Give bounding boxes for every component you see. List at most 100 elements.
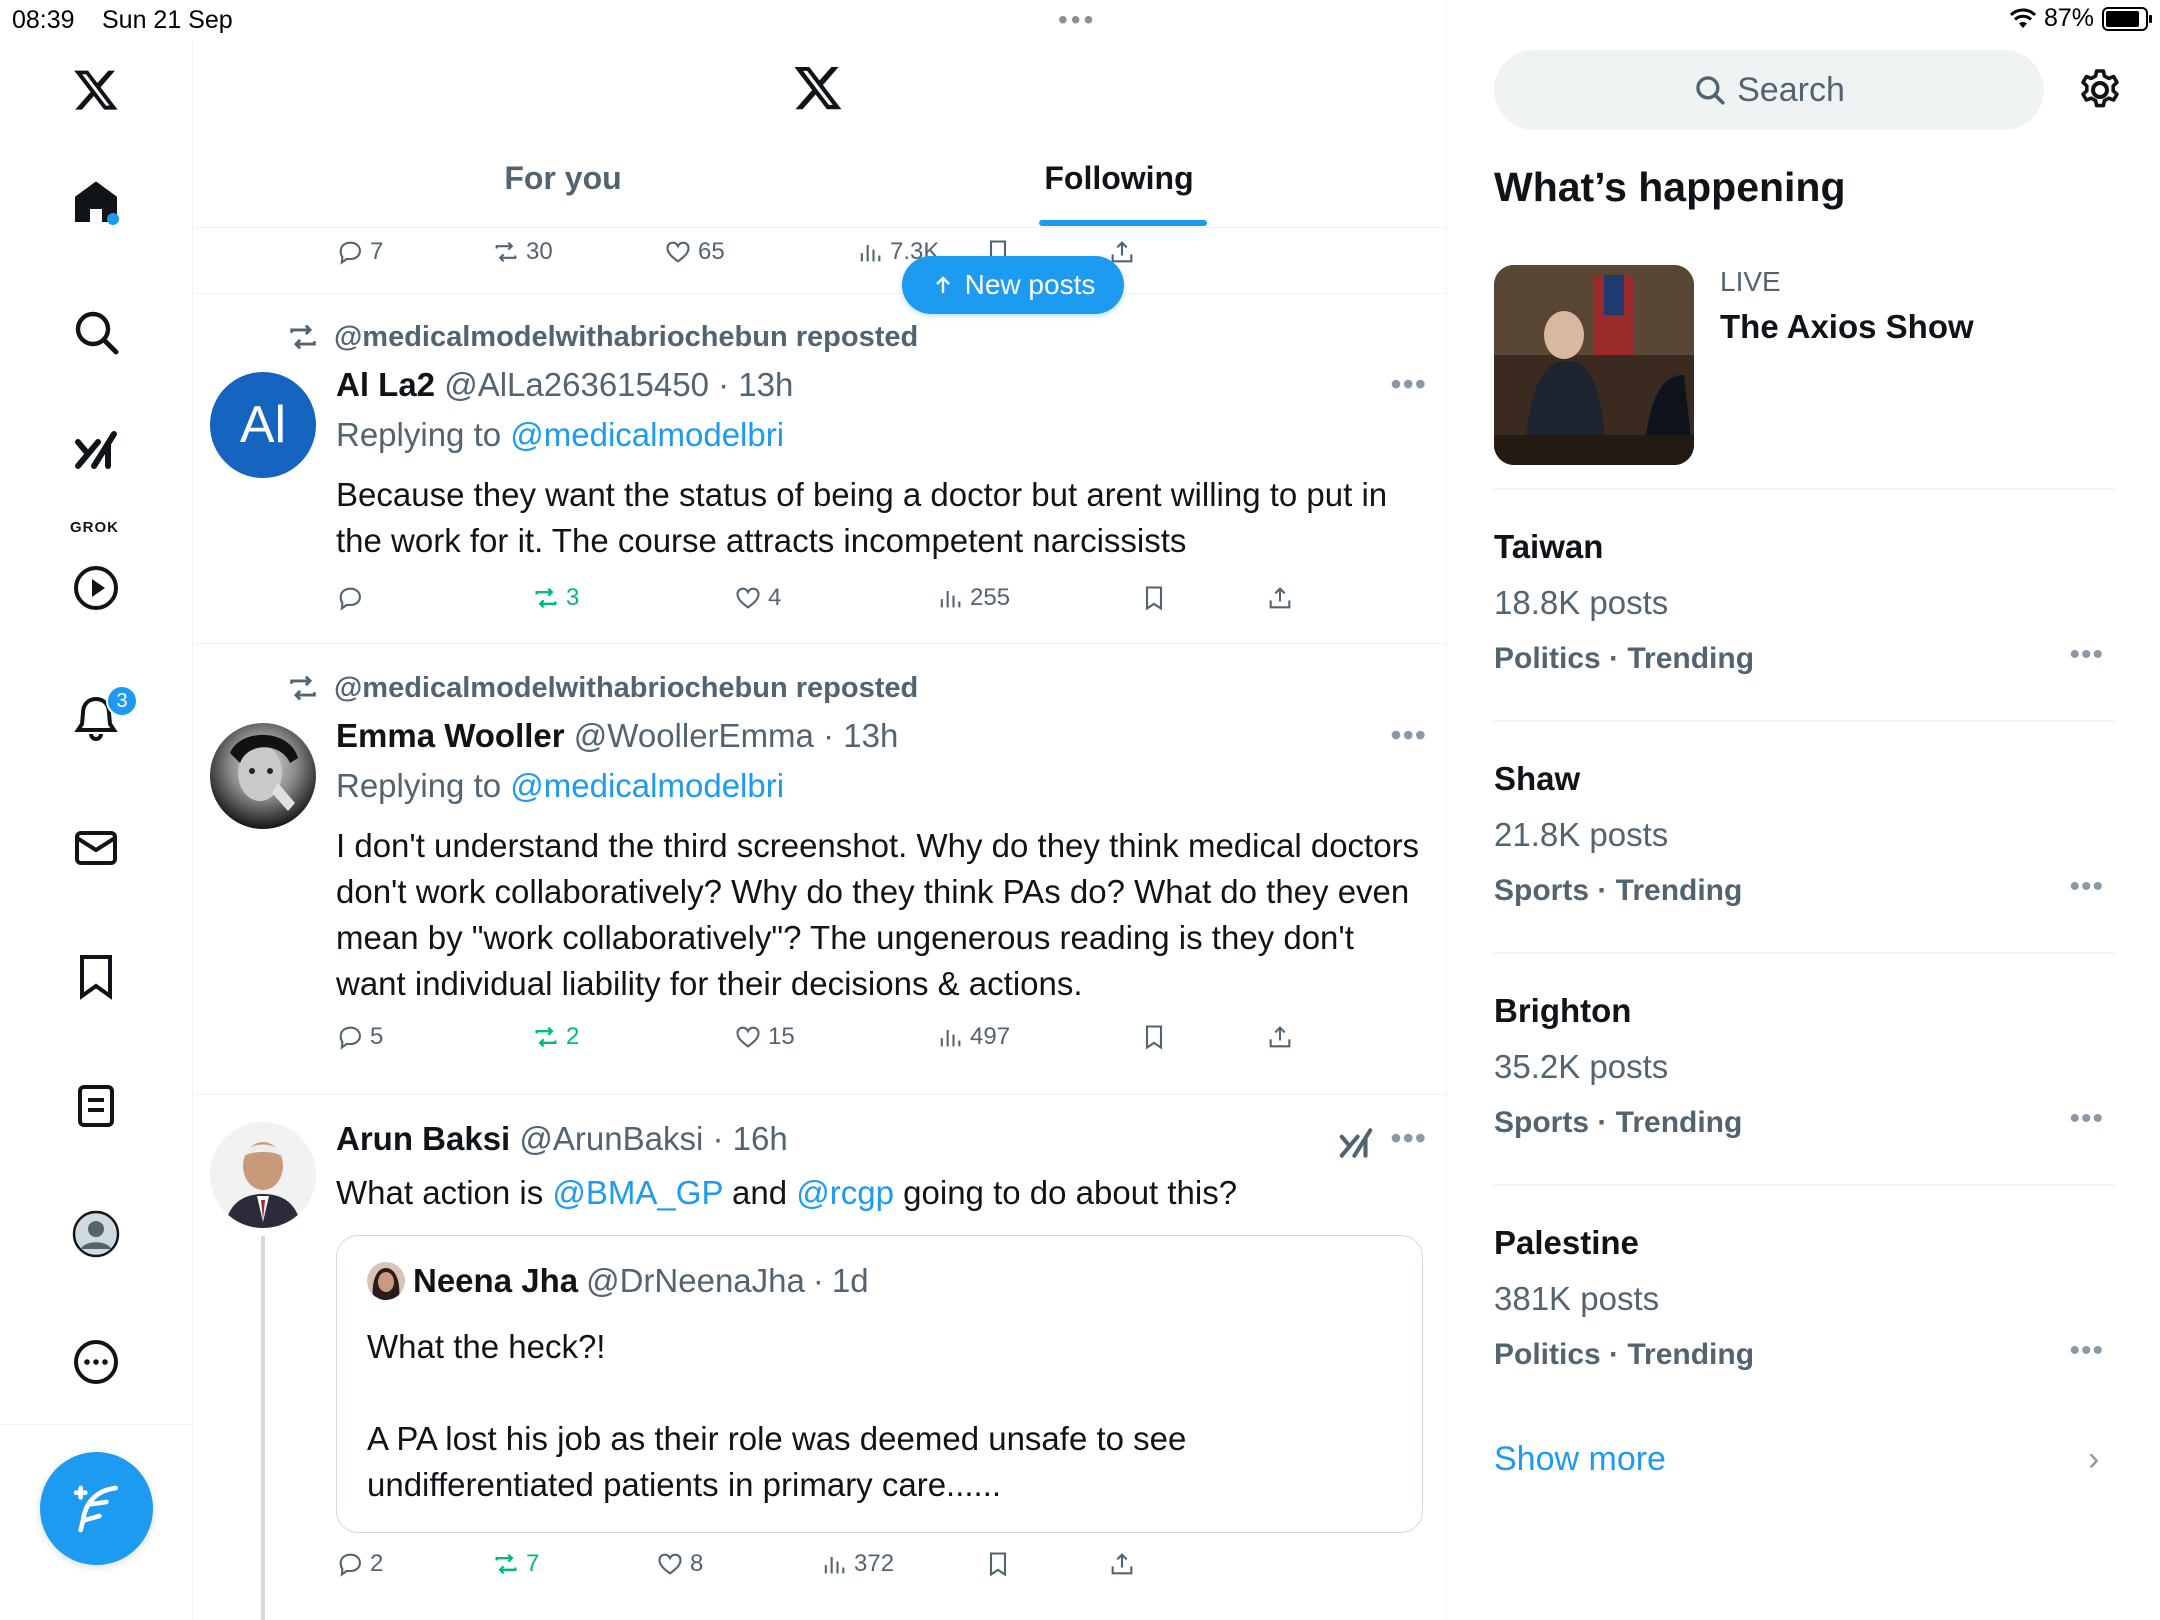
trend-more-menu[interactable]: ••• — [2069, 870, 2104, 904]
live-video-thumbnail-icon — [1494, 265, 1694, 465]
replying-to-mention[interactable]: @medicalmodelbri — [510, 416, 784, 453]
replying-to-mention[interactable]: @medicalmodelbri — [510, 767, 784, 804]
x-logo-icon[interactable] — [66, 60, 126, 120]
show-more-link[interactable]: Show more — [1494, 1440, 1666, 1479]
video-play-icon[interactable] — [66, 558, 126, 618]
right-sidebar: Search What’s happening LIVE The Axios S… — [1448, 0, 2160, 1620]
repost-count: 3 — [566, 584, 580, 611]
author-handle[interactable]: @AlLa263615450 — [444, 366, 709, 403]
views-button[interactable]: 372 — [820, 1550, 894, 1578]
reply-count: 2 — [370, 1550, 384, 1577]
author-handle[interactable]: @ArunBaksi — [519, 1120, 703, 1157]
new-posts-button[interactable]: New posts — [902, 256, 1124, 314]
like-button[interactable]: 65 — [664, 238, 725, 266]
compose-post-button[interactable] — [40, 1452, 153, 1565]
mention-bma-gp[interactable]: @BMA_GP — [552, 1174, 722, 1211]
profile-avatar-icon[interactable] — [66, 1204, 126, 1264]
repost-small-icon — [290, 675, 316, 701]
post-al-la2[interactable]: @medicalmodelwithabriochebun reposted Al… — [194, 294, 1446, 644]
grok-post-icon[interactable] — [1337, 1124, 1375, 1162]
post-text-part: and — [722, 1174, 797, 1211]
author-name[interactable]: Emma Wooller — [336, 717, 565, 754]
heart-icon — [658, 1553, 682, 1575]
bookmarks-icon[interactable] — [66, 946, 126, 1006]
like-button[interactable]: 8 — [656, 1550, 703, 1578]
more-options-icon[interactable] — [66, 1332, 126, 1392]
views-button[interactable]: 255 — [936, 584, 1010, 612]
avatar[interactable]: Al — [210, 372, 316, 478]
bookmark-button[interactable] — [1140, 584, 1168, 612]
previous-post-actions: 7 30 65 7.3K — [194, 228, 1446, 294]
post-text: I don't understand the third screenshot.… — [336, 827, 1420, 1002]
like-count: 65 — [698, 238, 725, 265]
author-line: Emma Wooller @WoollerEmma · 13h — [336, 717, 899, 754]
messages-envelope-icon[interactable] — [66, 818, 126, 878]
mention-rcgp[interactable]: @rcgp — [796, 1174, 894, 1211]
repost-button[interactable]: 2 — [532, 1023, 579, 1051]
share-icon — [1269, 1026, 1291, 1048]
share-button[interactable] — [1266, 584, 1294, 612]
trend-count: 18.8K posts — [1494, 584, 1669, 621]
tab-for-you[interactable]: For you — [438, 160, 688, 197]
author-name[interactable]: Arun Baksi — [336, 1120, 510, 1157]
settings-gear-icon[interactable] — [2076, 66, 2124, 114]
views-button[interactable]: 497 — [936, 1023, 1010, 1051]
reply-button[interactable]: 5 — [336, 1023, 383, 1051]
avatar[interactable] — [210, 1122, 316, 1228]
trend-item-palestine[interactable]: Palestine 381K posts Politics · Trending… — [1494, 1224, 2114, 1454]
lists-icon[interactable] — [66, 1076, 126, 1136]
bookmark-button[interactable] — [984, 1550, 1012, 1578]
like-button[interactable]: 4 — [734, 584, 781, 612]
post-emma-wooller[interactable]: @medicalmodelwithabriochebun reposted Em… — [194, 645, 1446, 1095]
tab-following[interactable]: Following — [994, 160, 1244, 197]
reply-button[interactable]: 7 — [336, 238, 383, 266]
chevron-right-icon: › — [2088, 1440, 2100, 1478]
quote-author-name[interactable]: Neena Jha — [413, 1262, 578, 1300]
whats-happening-title: What’s happening — [1494, 164, 1846, 210]
avatar[interactable] — [210, 723, 316, 829]
views-count: 255 — [970, 584, 1011, 611]
reply-button[interactable]: 2 — [336, 1550, 383, 1578]
post-text: What action is @BMA_GP and @rcgp going t… — [336, 1170, 1426, 1216]
author-name[interactable]: Al La2 — [336, 366, 435, 403]
tab-active-indicator — [1039, 220, 1207, 226]
quoted-post[interactable]: Neena Jha @DrNeenaJha · 1d What the heck?!… — [336, 1235, 1423, 1533]
search-input[interactable]: Search — [1494, 50, 2044, 130]
heart-icon — [666, 241, 690, 263]
repost-icon — [495, 241, 517, 263]
repost-button[interactable]: 7 — [492, 1550, 539, 1578]
trend-item-taiwan[interactable]: Taiwan 18.8K posts Politics · Trending •… — [1494, 528, 2114, 758]
thread-connector-line — [261, 1236, 265, 1620]
repost-button[interactable]: 30 — [492, 238, 553, 266]
like-button[interactable]: 15 — [734, 1023, 795, 1051]
trend-item-brighton[interactable]: Brighton 35.2K posts Sports · Trending •… — [1494, 992, 2114, 1222]
search-icon[interactable] — [66, 302, 126, 362]
like-count: 4 — [768, 584, 782, 611]
live-title[interactable]: The Axios Show — [1720, 308, 1974, 346]
post-more-menu[interactable]: ••• — [1390, 717, 1427, 754]
share-button[interactable] — [1266, 1023, 1294, 1051]
reply-button[interactable] — [336, 584, 370, 612]
quote-avatar-portrait-icon — [367, 1262, 405, 1300]
grok-icon[interactable] — [66, 420, 126, 480]
repost-button[interactable]: 3 — [532, 584, 579, 612]
trend-more-menu[interactable]: ••• — [2069, 1334, 2104, 1368]
post-more-menu[interactable]: ••• — [1390, 366, 1427, 403]
x-header-logo-icon[interactable] — [792, 62, 844, 114]
quote-author-handle[interactable]: @DrNeenaJha — [586, 1262, 805, 1300]
main-timeline: For you Following 7 30 65 7.3K New posts… — [194, 0, 1447, 1620]
bookmark-button[interactable] — [1140, 1023, 1168, 1051]
share-button[interactable] — [1108, 1550, 1136, 1578]
live-thumbnail[interactable] — [1494, 265, 1694, 465]
post-more-menu[interactable]: ••• — [1390, 1120, 1427, 1157]
trend-more-menu[interactable]: ••• — [2069, 638, 2104, 672]
quote-line-2: A PA lost his job as their role was deem… — [367, 1420, 1187, 1503]
post-text-part: going to do about this? — [893, 1174, 1238, 1211]
author-handle[interactable]: @WoollerEmma — [574, 717, 814, 754]
quote-line-1: What the heck?! — [367, 1328, 606, 1365]
trend-item-shaw[interactable]: Shaw 21.8K posts Sports · Trending ••• — [1494, 760, 2114, 990]
trend-more-menu[interactable]: ••• — [2069, 1102, 2104, 1136]
divider — [1494, 1184, 2114, 1186]
post-time: 16h — [732, 1120, 788, 1157]
post-time: 13h — [843, 717, 899, 754]
